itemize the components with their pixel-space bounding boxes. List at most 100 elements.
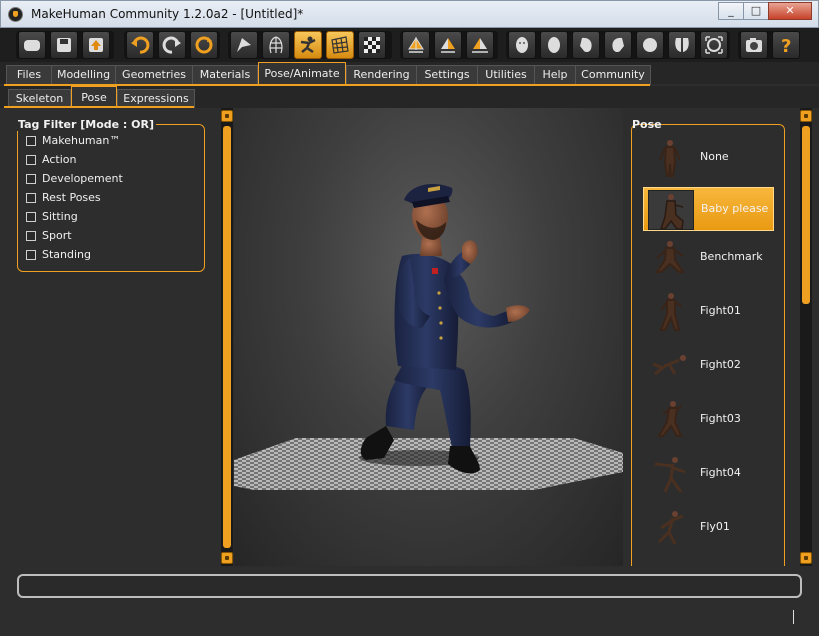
tag-checkbox-rest-poses[interactable]: Rest Poses (26, 189, 101, 206)
pose-thumbnail (654, 457, 686, 493)
pose-label: Benchmark (700, 250, 763, 263)
maximize-button[interactable]: □ (743, 2, 769, 20)
pose-item-baby-please[interactable]: Baby please (643, 187, 774, 231)
pose-thumbnail (659, 140, 681, 177)
scroll-thumb[interactable] (223, 126, 231, 548)
help-button[interactable]: ? (772, 31, 800, 59)
close-button[interactable]: ✕ (768, 2, 812, 20)
checkbox[interactable] (26, 154, 36, 165)
pose-label: None (700, 150, 729, 163)
scroll-up-handle[interactable] (221, 110, 233, 122)
checkbox[interactable] (26, 211, 36, 222)
pose-label: Fight01 (700, 304, 741, 317)
smooth-button[interactable] (230, 31, 258, 59)
save-button[interactable] (50, 31, 78, 59)
tab-materials[interactable]: Materials (192, 65, 258, 85)
checkbox-label: Developement (42, 172, 123, 185)
top-view-button[interactable] (636, 31, 664, 59)
redo-button[interactable] (158, 31, 186, 59)
front-view-button[interactable] (508, 31, 536, 59)
tab-help[interactable]: Help (534, 65, 576, 85)
window-titlebar: MakeHuman Community 1.2.0a2 - [Untitled]… (0, 0, 819, 28)
pose-thumbnail (657, 401, 683, 437)
pose-thumbnail (655, 241, 685, 273)
pose-item-benchmark[interactable]: Benchmark (643, 236, 774, 280)
scroll-down-handle[interactable] (800, 552, 812, 564)
checkbox[interactable] (26, 192, 36, 203)
tab-community[interactable]: Community (575, 65, 651, 85)
checkbox-label: Sport (42, 229, 72, 242)
right-panel-scrollbar[interactable] (800, 108, 812, 566)
left-panel-scrollbar[interactable] (221, 108, 233, 566)
background-icon (364, 37, 380, 53)
top-view-icon (643, 38, 657, 52)
minimize-button[interactable]: _ (718, 2, 744, 20)
background-button[interactable] (358, 31, 386, 59)
symmetry-left-button[interactable] (434, 31, 462, 59)
reset-camera-button[interactable] (700, 31, 728, 59)
export-button[interactable] (82, 31, 110, 59)
tag-filter-title: Tag Filter [Mode : OR] (16, 118, 157, 131)
checkbox[interactable] (26, 173, 36, 184)
grid-icon (331, 36, 349, 54)
checkbox-label: Standing (42, 248, 92, 261)
pose-item-fight01[interactable]: Fight01 (643, 290, 774, 334)
tab-files[interactable]: Files (6, 65, 52, 85)
scroll-up-handle[interactable] (800, 110, 812, 122)
pose-item-fly01[interactable]: Fly01 (643, 506, 774, 550)
tag-checkbox-standing[interactable]: Standing (26, 246, 91, 263)
symmetry-button[interactable] (466, 31, 494, 59)
tab-pose-animate[interactable]: Pose/Animate (258, 62, 346, 85)
save-icon (57, 38, 71, 52)
pose-item-fight03[interactable]: Fight03 (643, 398, 774, 442)
pose-button[interactable] (294, 31, 322, 59)
tab-modelling[interactable]: Modelling (51, 65, 116, 85)
pose-label: Baby please (701, 202, 769, 215)
back-view-icon (548, 37, 560, 53)
undo-icon (131, 36, 150, 54)
tag-checkbox-sitting[interactable]: Sitting (26, 208, 78, 225)
text-cursor (793, 610, 794, 624)
tab-settings[interactable]: Settings (416, 65, 478, 85)
checkbox[interactable] (26, 135, 36, 146)
pose-item-fight04[interactable]: Fight04 (643, 452, 774, 496)
tab-utilities[interactable]: Utilities (477, 65, 535, 85)
pose-item-none[interactable]: None (643, 136, 774, 180)
symmetry-right-button[interactable] (402, 31, 430, 59)
bottom-view-icon (675, 38, 689, 52)
smooth-icon (237, 38, 251, 52)
tab-rendering[interactable]: Rendering (346, 65, 417, 85)
checkbox-label: Action (42, 153, 77, 166)
tag-checkbox-developement[interactable]: Developement (26, 170, 123, 187)
left-view-button[interactable] (572, 31, 600, 59)
makehuman-logo-icon (8, 7, 23, 22)
new-button[interactable] (18, 31, 46, 59)
left-view-icon (580, 37, 592, 53)
wireframe-icon (269, 36, 283, 54)
tag-checkbox-makehuman[interactable]: Makehuman™ (26, 132, 120, 149)
redo-icon (162, 36, 181, 54)
screenshot-button[interactable] (740, 31, 768, 59)
tag-checkbox-action[interactable]: Action (26, 151, 76, 168)
scroll-down-handle[interactable] (221, 552, 233, 564)
front-view-icon (516, 37, 528, 53)
back-view-button[interactable] (540, 31, 568, 59)
reset-button[interactable] (190, 31, 218, 59)
pose-thumbnail (659, 293, 682, 331)
human-model-render[interactable] (234, 108, 623, 566)
wireframe-button[interactable] (262, 31, 290, 59)
pose-list-title: Pose (632, 118, 662, 131)
scroll-thumb[interactable] (802, 126, 810, 304)
checkbox[interactable] (26, 230, 36, 241)
grid-button[interactable] (326, 31, 354, 59)
3d-viewport[interactable] (234, 108, 623, 566)
bottom-view-button[interactable] (668, 31, 696, 59)
tag-checkbox-sport[interactable]: Sport (26, 227, 72, 244)
tab-geometries[interactable]: Geometries (115, 65, 193, 85)
window-title: MakeHuman Community 1.2.0a2 - [Untitled]… (31, 7, 304, 21)
reset-camera-icon (705, 36, 723, 54)
checkbox[interactable] (26, 249, 36, 260)
undo-button[interactable] (126, 31, 154, 59)
pose-item-fight02[interactable]: Fight02 (643, 344, 774, 388)
right-view-button[interactable] (604, 31, 632, 59)
